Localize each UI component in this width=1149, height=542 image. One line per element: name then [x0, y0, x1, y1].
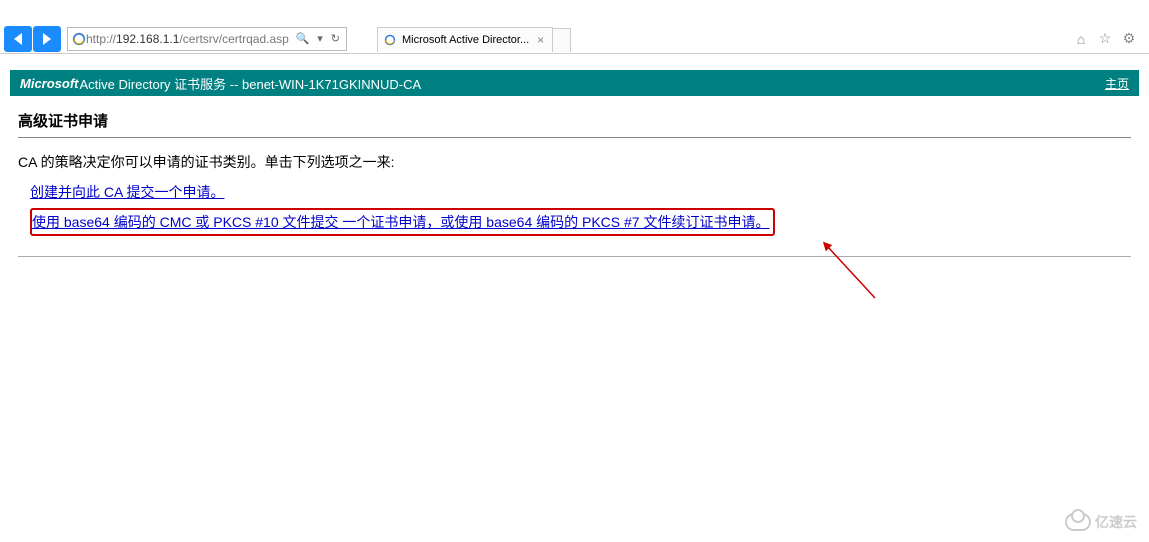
link-submit-base64-request[interactable]: 使用 base64 编码的 CMC 或 PKCS #10 文件提交 一个证书申请…	[32, 212, 770, 232]
tab-close-button[interactable]: ×	[535, 33, 546, 47]
address-bar-tools: 🔍 ▾ ↻	[294, 32, 342, 45]
gear-icon[interactable]: ⚙	[1121, 31, 1137, 47]
dropdown-icon[interactable]: ▾	[315, 32, 325, 45]
page-title: 高级证书申请	[18, 110, 1131, 131]
banner-text: Active Directory 证书服务 -- benet-WIN-1K71G…	[80, 74, 422, 93]
link-create-submit-request[interactable]: 创建并向此 CA 提交一个申请。	[30, 182, 224, 202]
url-text: http://192.168.1.1/certsrv/certrqad.asp	[86, 32, 290, 46]
cloud-icon	[1065, 513, 1091, 531]
ie-icon	[384, 34, 396, 46]
arrow-right-icon	[43, 33, 51, 45]
back-button[interactable]	[4, 26, 32, 52]
browser-right-icons: ⌂ ☆ ⚙	[1073, 31, 1145, 47]
search-icon[interactable]: 🔍	[294, 32, 312, 45]
highlighted-option: 使用 base64 编码的 CMC 或 PKCS #10 文件提交 一个证书申请…	[30, 208, 775, 236]
certsrv-banner: Microsoft Active Directory 证书服务 -- benet…	[10, 70, 1139, 96]
browser-toolbar: http://192.168.1.1/certsrv/certrqad.asp …	[0, 24, 1149, 54]
divider	[18, 256, 1131, 257]
forward-button[interactable]	[33, 26, 61, 52]
window-maximize-button[interactable]	[1123, 4, 1139, 20]
ie-icon	[72, 32, 86, 46]
watermark-text: 亿速云	[1095, 512, 1137, 532]
refresh-icon[interactable]: ↻	[329, 32, 342, 45]
address-bar[interactable]: http://192.168.1.1/certsrv/certrqad.asp …	[67, 27, 347, 51]
intro-text: CA 的策略决定你可以申请的证书类别。单击下列选项之一来:	[18, 152, 1131, 172]
page-content: 高级证书申请 CA 的策略决定你可以申请的证书类别。单击下列选项之一来: 创建并…	[0, 96, 1149, 271]
arrow-left-icon	[14, 33, 22, 45]
tab-title: Microsoft Active Director...	[402, 34, 529, 46]
browser-tab[interactable]: Microsoft Active Director... ×	[377, 27, 553, 52]
window-minimize-button[interactable]	[1089, 4, 1105, 20]
window-title-bar	[0, 0, 1149, 24]
watermark: 亿速云	[1065, 512, 1137, 532]
banner-brand: Microsoft	[20, 76, 79, 91]
divider	[18, 137, 1131, 138]
tab-bar: Microsoft Active Director... ×	[377, 26, 571, 52]
home-icon[interactable]: ⌂	[1073, 31, 1089, 47]
link-list: 创建并向此 CA 提交一个申请。 使用 base64 编码的 CMC 或 PKC…	[30, 182, 1131, 236]
new-tab-button[interactable]	[553, 28, 571, 52]
banner-home-link[interactable]: 主页	[1105, 75, 1129, 92]
favorites-icon[interactable]: ☆	[1097, 31, 1113, 47]
